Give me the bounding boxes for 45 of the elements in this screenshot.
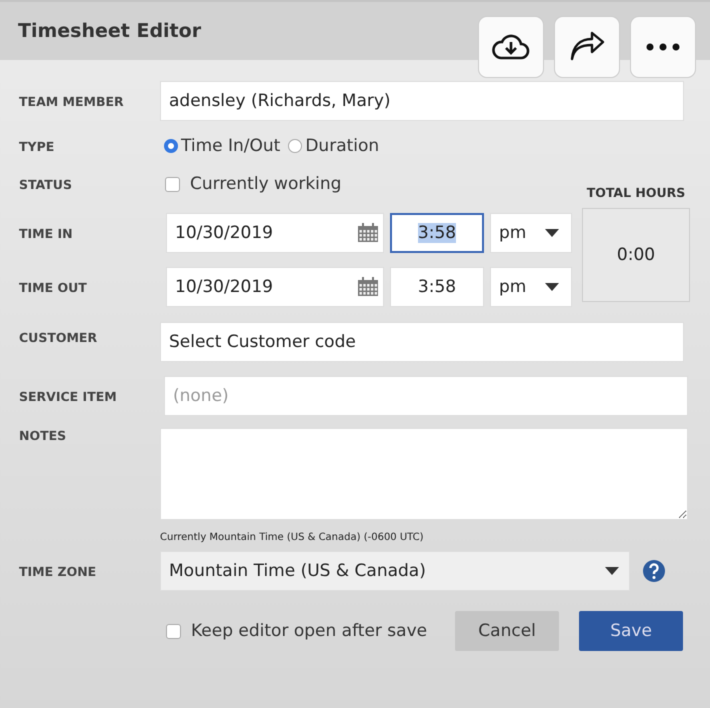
date-field[interactable]: 10/30/2019: [166, 267, 384, 307]
checkbox-label: Keep editor open after save: [191, 621, 428, 641]
customer-field[interactable]: Select Customer code: [160, 322, 684, 362]
field-label: TYPE: [19, 138, 56, 154]
period-dropdown[interactable]: pm: [490, 213, 572, 253]
field-label: TIME IN: [19, 226, 74, 240]
more-icon: [645, 42, 681, 52]
cancel-button[interactable]: Cancel: [455, 611, 560, 651]
date-field[interactable]: 10/30/2019: [166, 213, 384, 253]
share-icon: [568, 31, 606, 63]
more-button[interactable]: [630, 16, 696, 78]
field-label: TIME OUT: [19, 280, 88, 294]
checkbox[interactable]: [165, 176, 180, 192]
caret-icon: [545, 229, 559, 237]
total-hours-label: TOTAL HOURS: [586, 185, 686, 200]
checkbox-label: Currently working: [190, 174, 342, 194]
field-label: SERVICE ITEM: [19, 388, 118, 404]
radio-label: Time In/Out: [181, 136, 280, 156]
checkbox[interactable]: [166, 624, 181, 638]
time-zone-dropdown[interactable]: Mountain Time (US & Canada): [160, 551, 630, 591]
period-dropdown[interactable]: pm: [490, 267, 572, 307]
team-member-field[interactable]: adensley (Richards, Mary): [160, 81, 684, 121]
time-zone-note: Currently Mountain Time (US & Canada) (-0600 UTC): [160, 532, 425, 543]
save-button[interactable]: Save: [579, 611, 684, 651]
radio-button[interactable]: [164, 139, 178, 153]
field-label: NOTES: [19, 428, 68, 443]
calendar-icon: [357, 277, 379, 297]
radio-button[interactable]: [288, 139, 302, 153]
notes-field[interactable]: [160, 428, 688, 520]
caret-icon: [605, 567, 619, 575]
field-label: STATUS: [19, 176, 73, 192]
field-label: TEAM MEMBER: [19, 94, 125, 108]
caret-icon: [545, 283, 559, 291]
radio-label: Duration: [305, 136, 380, 156]
calendar-icon: [357, 223, 379, 243]
window-title: Timesheet Editor: [18, 20, 202, 42]
download-button[interactable]: [478, 16, 544, 78]
time-field[interactable]: 3:58: [390, 267, 484, 307]
time-field[interactable]: 3:58: [390, 213, 484, 253]
service-item-field[interactable]: (none): [164, 376, 688, 416]
field-label: TIME ZONE: [19, 564, 98, 578]
total-hours-box: 0:00: [582, 208, 690, 302]
field-label: CUSTOMER: [19, 329, 98, 345]
help-icon[interactable]: [642, 559, 666, 583]
share-button[interactable]: [554, 16, 620, 78]
